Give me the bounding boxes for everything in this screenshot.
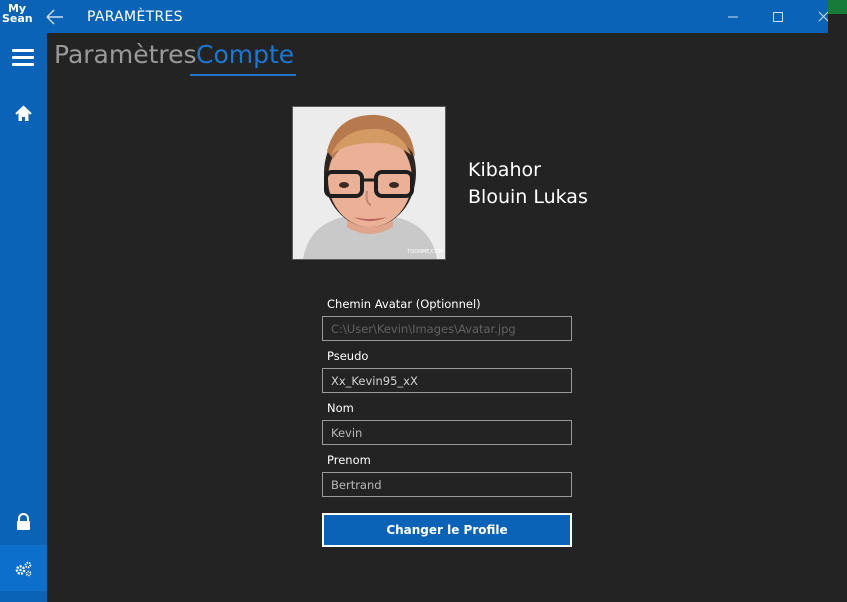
tab-compte[interactable]: Compte (196, 40, 294, 69)
prenom-label: Prenom (327, 453, 371, 467)
profile-full-name: Blouin Lukas (468, 186, 588, 208)
avatar: TOONME.COM (292, 106, 446, 260)
avatar-illustration: TOONME.COM (293, 107, 445, 259)
title-bar: My Sean PARAMÈTRES (0, 0, 829, 33)
avatar-path-label: Chemin Avatar (Optionnel) (327, 297, 481, 311)
logo-line-2: Sean (2, 12, 33, 25)
close-button[interactable] (802, 0, 829, 33)
menu-button[interactable] (0, 35, 47, 81)
maximize-button[interactable] (756, 0, 802, 33)
sidebar (0, 33, 47, 602)
hamburger-icon (12, 49, 34, 52)
window-title: PARAMÈTRES (87, 9, 183, 25)
sidebar-item-lock[interactable] (0, 499, 47, 545)
back-button[interactable] (44, 8, 66, 26)
close-icon (818, 11, 829, 22)
active-tab-indicator (190, 74, 296, 76)
minimize-icon (728, 16, 738, 18)
lock-icon (17, 513, 30, 530)
nom-input[interactable] (322, 420, 572, 445)
app-logo: My Sean (2, 3, 33, 30)
sidebar-item-settings[interactable] (0, 545, 47, 591)
arrow-left-icon (46, 9, 63, 25)
gears-icon (15, 561, 32, 577)
tab-parametres[interactable]: Paramètres (54, 40, 197, 69)
change-profile-button[interactable]: Changer le Profile (322, 513, 572, 547)
hamburger-icon-bar (12, 63, 34, 66)
home-icon (15, 105, 32, 121)
background-window-edge (828, 0, 847, 14)
minimize-button[interactable] (710, 0, 756, 33)
profile-pseudo: Kibahor (468, 159, 541, 181)
avatar-path-input[interactable] (322, 316, 572, 341)
pseudo-label: Pseudo (327, 349, 369, 363)
avatar-watermark: TOONME.COM (406, 249, 442, 255)
nom-label: Nom (327, 401, 354, 415)
hamburger-icon-bar (12, 56, 34, 59)
prenom-input[interactable] (322, 472, 572, 497)
maximize-icon (773, 12, 783, 22)
pseudo-input[interactable] (322, 368, 572, 393)
sidebar-item-home[interactable] (0, 91, 47, 137)
